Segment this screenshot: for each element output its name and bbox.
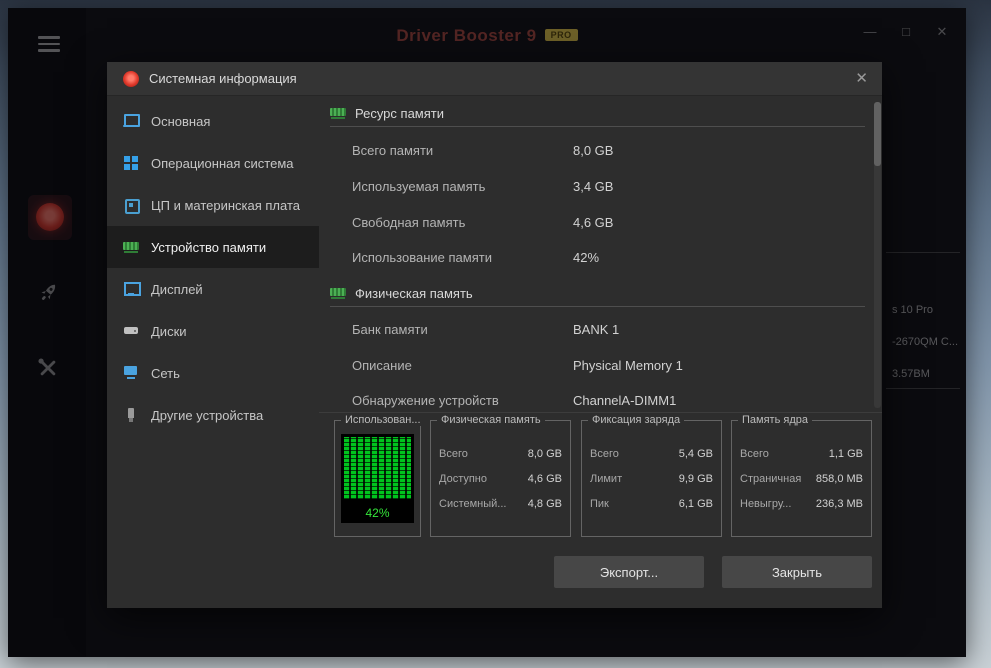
ram-icon [123,239,139,255]
stat-row: Пик 6,1 GB [590,498,713,510]
stat-row: Системный... 4,8 GB [439,498,562,510]
info-value: 4,6 GB [573,215,614,230]
section-header-memory-resource: Ресурс памяти [330,104,444,122]
ram-icon [330,285,346,301]
info-value: 8,0 GB [573,143,614,158]
info-value: BANK 1 [573,322,620,337]
stat-row: Всего 5,4 GB [590,448,713,460]
section-title: Ресурс памяти [355,105,444,121]
section-title: Физическая память [355,285,473,301]
info-value: 42% [573,250,600,265]
info-row: Описание Physical Memory 1 [352,358,852,374]
section-header-physical-memory: Физическая память [330,284,473,302]
section-divider [330,306,865,307]
nav-item-network[interactable]: Сеть [107,352,319,394]
stat-row: Всего 8,0 GB [439,448,562,460]
info-row: Используемая память 3,4 GB [352,179,852,195]
nav-label: Диски [151,323,187,339]
nav-label: Устройство памяти [151,239,267,255]
ram-icon [330,105,346,121]
info-value: 3,4 GB [573,179,614,194]
scrollbar-thumb[interactable] [874,102,881,166]
stats-divider [319,412,882,413]
info-value: Physical Memory 1 [573,358,683,373]
info-label: Используемая память [352,179,486,194]
cpu-icon [123,197,140,214]
nav-label: Операционная система [151,155,294,171]
disk-icon [123,323,139,339]
usb-icon [123,407,139,423]
nav-label: Другие устройства [151,407,264,423]
nav-item-cpu-motherboard[interactable]: ЦП и материнская плата [107,184,319,226]
nav-item-display[interactable]: Дисплей [107,268,319,310]
stat-row: Доступно 4,6 GB [439,473,562,485]
stats-group-usage: Использован... 42% [334,414,425,537]
memory-usage-graph: 42% [341,434,414,523]
group-legend: Использован... [341,414,425,426]
stat-row: Всего 1,1 GB [740,448,863,460]
dialog-header: Системная информация ✕ [107,62,882,96]
stats-group-physical-memory: Физическая память Всего 8,0 GB Доступно … [430,414,571,537]
info-row: Банк памяти BANK 1 [352,322,852,338]
desktop: Driver Booster 9PRO — □ ✕ s 10 Pro -2670… [0,0,991,668]
info-row: Использование памяти 42% [352,250,852,266]
info-label: Использование памяти [352,250,492,265]
info-label: Свободная память [352,215,466,230]
group-legend: Физическая память [437,414,545,426]
nav-label: Дисплей [151,281,203,297]
group-legend: Память ядра [738,414,812,426]
stat-row: Страничная 858,0 MB [740,473,863,485]
info-row: Свободная память 4,6 GB [352,215,852,231]
laptop-icon [123,113,140,129]
driver-booster-logo-icon [123,71,139,87]
graph-percent-label: 42% [365,506,390,520]
nav-item-memory-device[interactable]: Устройство памяти [107,226,319,268]
graph-bars [344,437,411,499]
info-label: Всего памяти [352,143,434,158]
system-info-dialog: Системная информация ✕ Основная Операцио… [107,62,882,608]
close-button[interactable]: Закрыть [722,556,872,588]
info-label: Описание [352,358,412,373]
section-divider [330,126,865,127]
info-row: Обнаружение устройств ChannelA-DIMM1 [352,393,852,409]
info-value: ChannelA-DIMM1 [573,393,677,408]
stats-group-commit-charge: Фиксация заряда Всего 5,4 GB Лимит 9,9 G… [581,414,722,537]
nav-label: Основная [151,113,211,129]
nav-item-disks[interactable]: Диски [107,310,319,352]
nav-label: Сеть [151,365,180,381]
info-label: Обнаружение устройств [352,393,499,408]
network-icon [123,365,139,381]
monitor-icon [123,281,141,297]
info-row: Всего памяти 8,0 GB [352,143,852,159]
nav-item-os[interactable]: Операционная система [107,142,319,184]
dialog-title: Системная информация [149,71,297,86]
dialog-nav: Основная Операционная система ЦП и матер… [107,96,319,608]
dialog-content: Ресурс памяти Всего памяти 8,0 GB Исполь… [319,96,882,608]
windows-icon [123,155,139,171]
nav-item-basic[interactable]: Основная [107,100,319,142]
dialog-close-button[interactable]: ✕ [855,62,868,96]
group-legend: Фиксация заряда [588,414,685,426]
export-button[interactable]: Экспорт... [554,556,704,588]
nav-label: ЦП и материнская плата [151,197,300,213]
stat-row: Лимит 9,9 GB [590,473,713,485]
stats-group-kernel-memory: Память ядра Всего 1,1 GB Страничная 858,… [731,414,872,537]
nav-item-other-devices[interactable]: Другие устройства [107,394,319,436]
stat-row: Невыгру... 236,3 MB [740,498,863,510]
info-label: Банк памяти [352,322,428,337]
